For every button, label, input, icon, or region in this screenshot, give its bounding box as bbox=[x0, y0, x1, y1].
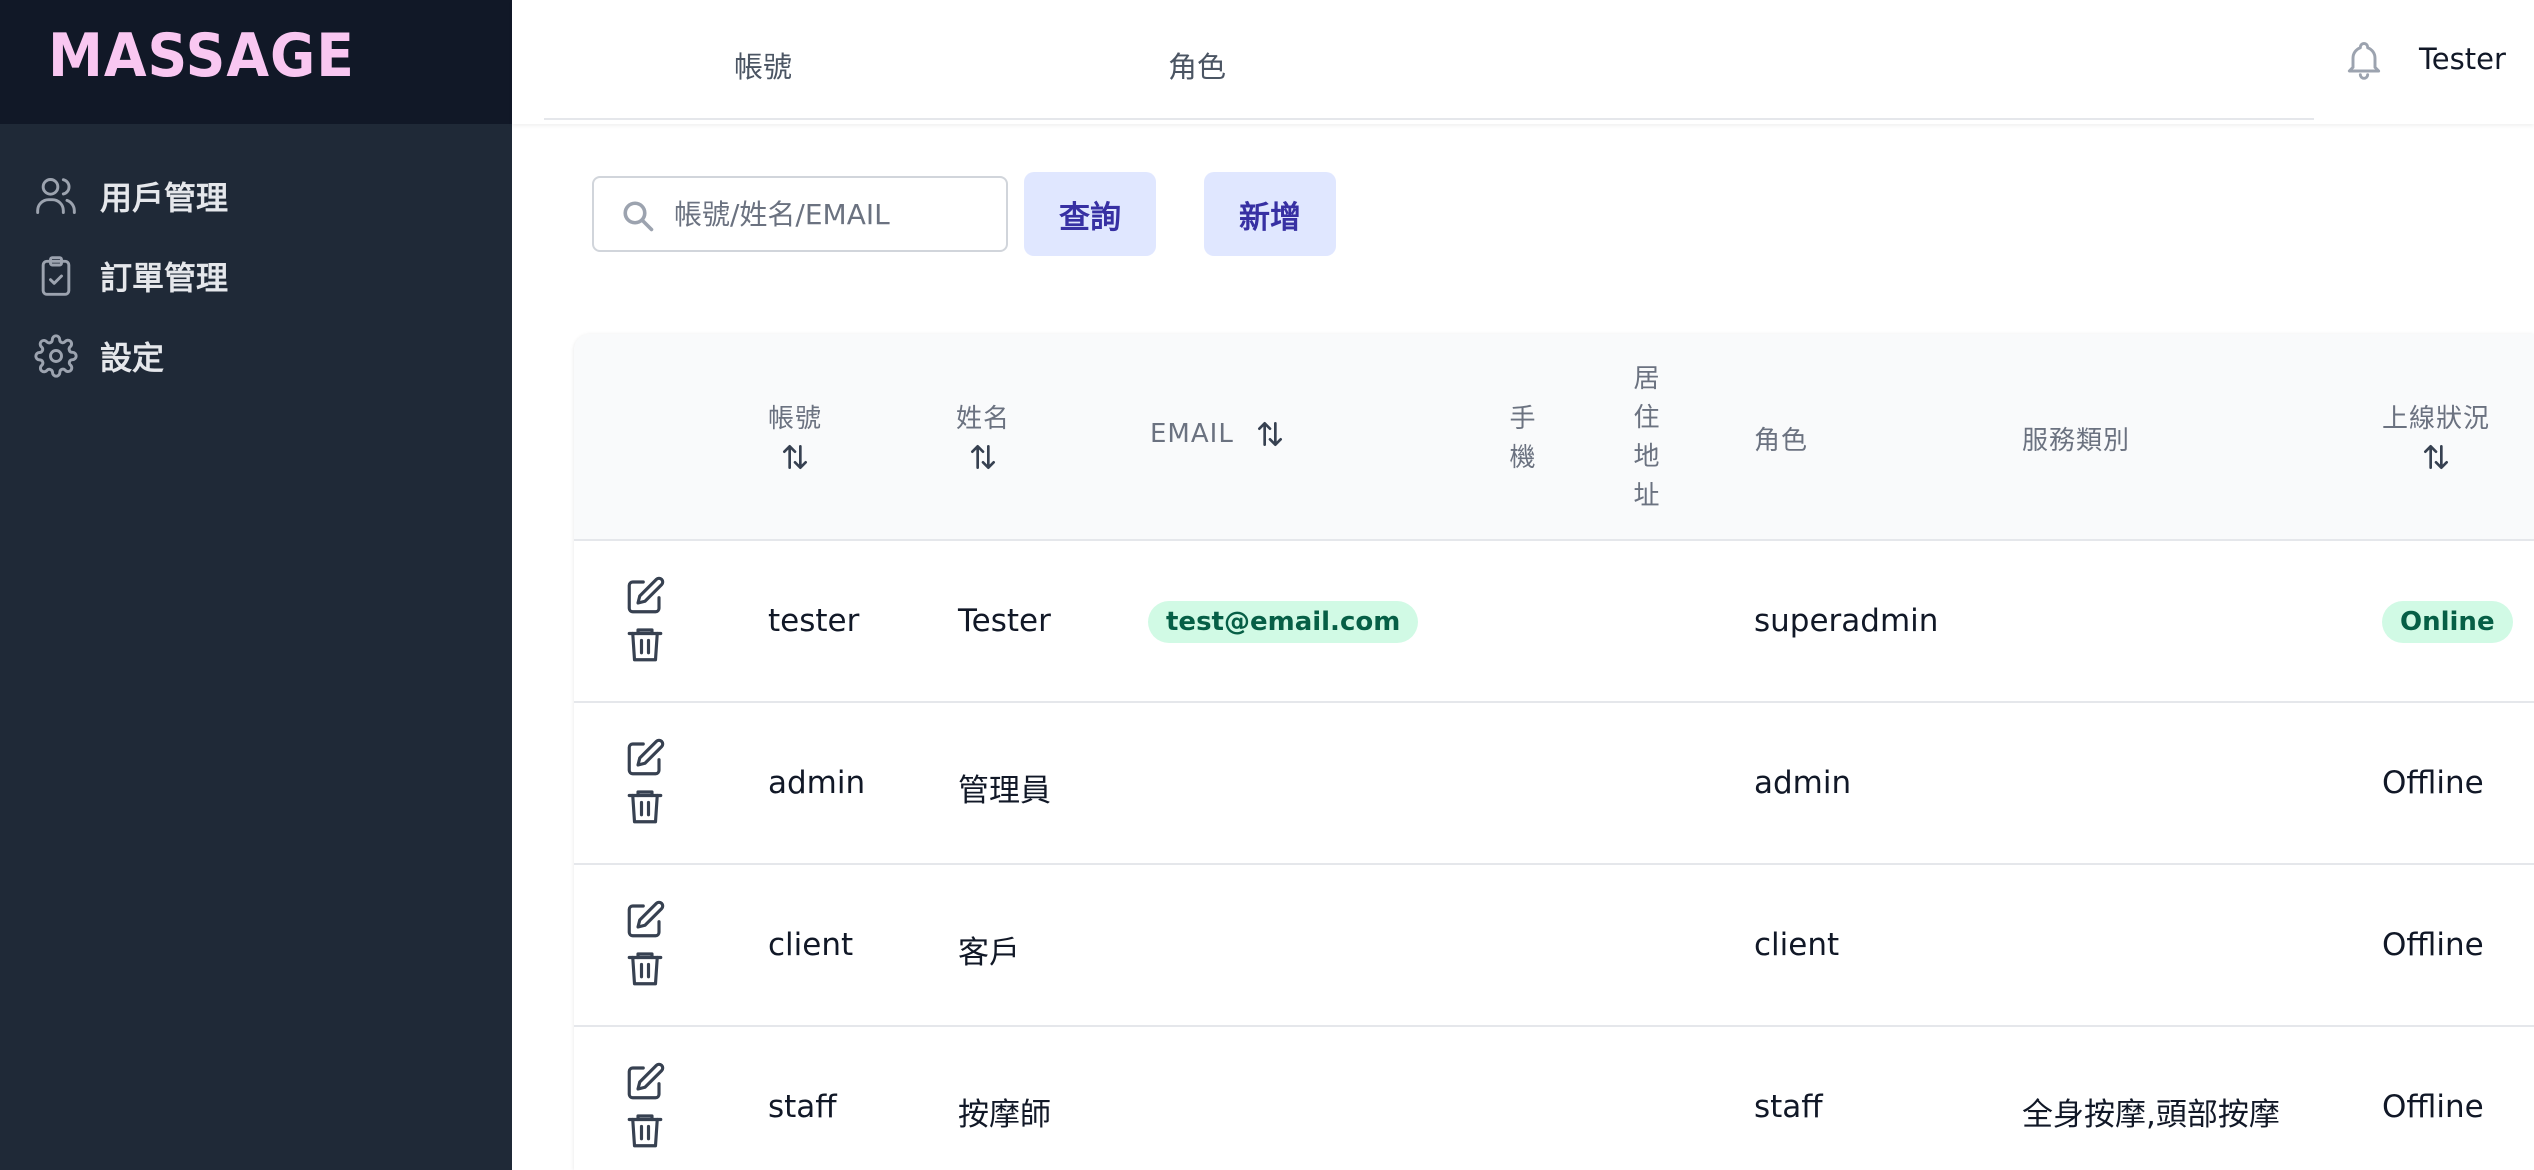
row-actions bbox=[624, 899, 668, 995]
cell-status: Offline bbox=[2382, 927, 2484, 963]
cell-account: client bbox=[768, 927, 854, 963]
cell-email-badge: test@email.com bbox=[1148, 601, 1419, 643]
edit-icon[interactable] bbox=[624, 1061, 666, 1103]
cell-name: 管理員 bbox=[958, 773, 1051, 809]
sort-icon[interactable] bbox=[2418, 441, 2454, 473]
status-badge: Online bbox=[2382, 601, 2513, 643]
users-table: 帳號 姓名 EMAIL 手機 居住地址 角色 服務類別 上線狀況 tester … bbox=[574, 334, 2534, 1170]
sidebar-item-user-management[interactable]: 用戶管理 bbox=[34, 164, 228, 228]
column-header-label: 上線狀況 bbox=[2382, 404, 2491, 434]
cell-name: Tester bbox=[958, 603, 1051, 639]
cell-status: Offline bbox=[2382, 1089, 2484, 1125]
top-header: 帳號 角色 Tester bbox=[512, 0, 2534, 124]
table-header: 帳號 姓名 EMAIL 手機 居住地址 角色 服務類別 上線狀況 bbox=[574, 334, 2534, 541]
table-row: admin 管理員 admin Offline bbox=[574, 703, 2534, 865]
edit-icon[interactable] bbox=[624, 575, 666, 617]
sort-icon[interactable] bbox=[965, 441, 1001, 473]
column-header-label: EMAIL bbox=[1150, 419, 1234, 449]
search-icon bbox=[623, 201, 654, 232]
sidebar-item-order-management[interactable]: 訂單管理 bbox=[34, 244, 228, 308]
search-box bbox=[592, 176, 1008, 252]
column-header-service: 服務類別 bbox=[2022, 426, 2131, 456]
sort-icon[interactable] bbox=[777, 441, 813, 473]
cell-role: staff bbox=[1754, 1089, 1823, 1125]
cell-role: client bbox=[1754, 927, 1840, 963]
trash-icon[interactable] bbox=[624, 785, 666, 827]
sidebar-item-settings[interactable]: 設定 bbox=[34, 324, 164, 388]
column-header-label: 帳號 bbox=[768, 404, 823, 434]
sort-icon[interactable] bbox=[1252, 418, 1288, 450]
search-input[interactable] bbox=[674, 178, 994, 250]
trash-icon[interactable] bbox=[624, 1109, 666, 1151]
cell-name: 客戶 bbox=[958, 935, 1020, 971]
clipboard-check-icon bbox=[41, 256, 71, 296]
users-icon bbox=[36, 178, 76, 214]
brand-logo[interactable]: MASSAGE bbox=[48, 24, 355, 88]
column-header-phone: 手機 bbox=[1509, 404, 1537, 473]
column-header-account: 帳號 bbox=[768, 398, 822, 473]
query-button[interactable]: 查詢 bbox=[1024, 172, 1156, 256]
edit-icon[interactable] bbox=[624, 899, 666, 941]
table-row: client 客戶 client Offline bbox=[574, 865, 2534, 1027]
edit-icon[interactable] bbox=[624, 737, 666, 779]
tab-role[interactable]: 角色 bbox=[1168, 44, 1226, 86]
table-row: tester Tester test@email.com superadmin … bbox=[574, 541, 2534, 703]
table-row: staff 按摩師 staff 全身按摩,頭部按摩 Offline bbox=[574, 1027, 2534, 1170]
sidebar: MASSAGE 用戶管理 訂單管理 設定 bbox=[0, 0, 512, 1170]
brand-header: MASSAGE bbox=[0, 0, 512, 124]
column-header-email: EMAIL bbox=[1150, 418, 1288, 450]
sidebar-item-label: 用戶管理 bbox=[100, 179, 229, 217]
trash-icon[interactable] bbox=[624, 947, 666, 989]
column-header-status: 上線狀況 bbox=[2382, 398, 2490, 473]
column-header-role: 角色 bbox=[1754, 426, 1809, 456]
trash-icon[interactable] bbox=[624, 623, 666, 665]
sidebar-item-label: 設定 bbox=[100, 339, 165, 377]
cell-role: admin bbox=[1754, 765, 1852, 801]
bell-icon[interactable] bbox=[2342, 36, 2386, 84]
gear-icon bbox=[34, 334, 78, 378]
cell-status: Offline bbox=[2382, 765, 2484, 801]
add-button[interactable]: 新增 bbox=[1204, 172, 1336, 256]
cell-account: admin bbox=[768, 765, 866, 801]
row-actions bbox=[624, 737, 668, 833]
row-actions bbox=[624, 1061, 668, 1157]
tab-account[interactable]: 帳號 bbox=[734, 44, 792, 86]
cell-account: staff bbox=[768, 1089, 837, 1125]
cell-name: 按摩師 bbox=[958, 1097, 1051, 1133]
column-header-label: 姓名 bbox=[956, 404, 1011, 434]
row-actions bbox=[624, 575, 668, 671]
cell-service: 全身按摩,頭部按摩 bbox=[2022, 1097, 2280, 1133]
cell-account: tester bbox=[768, 603, 860, 639]
cell-role: superadmin bbox=[1754, 603, 1939, 639]
sidebar-item-label: 訂單管理 bbox=[100, 259, 229, 297]
column-header-address: 居住地址 bbox=[1633, 364, 1661, 511]
user-menu[interactable]: Tester bbox=[2419, 42, 2506, 76]
tab-divider bbox=[544, 118, 2314, 120]
column-header-name: 姓名 bbox=[956, 398, 1010, 473]
